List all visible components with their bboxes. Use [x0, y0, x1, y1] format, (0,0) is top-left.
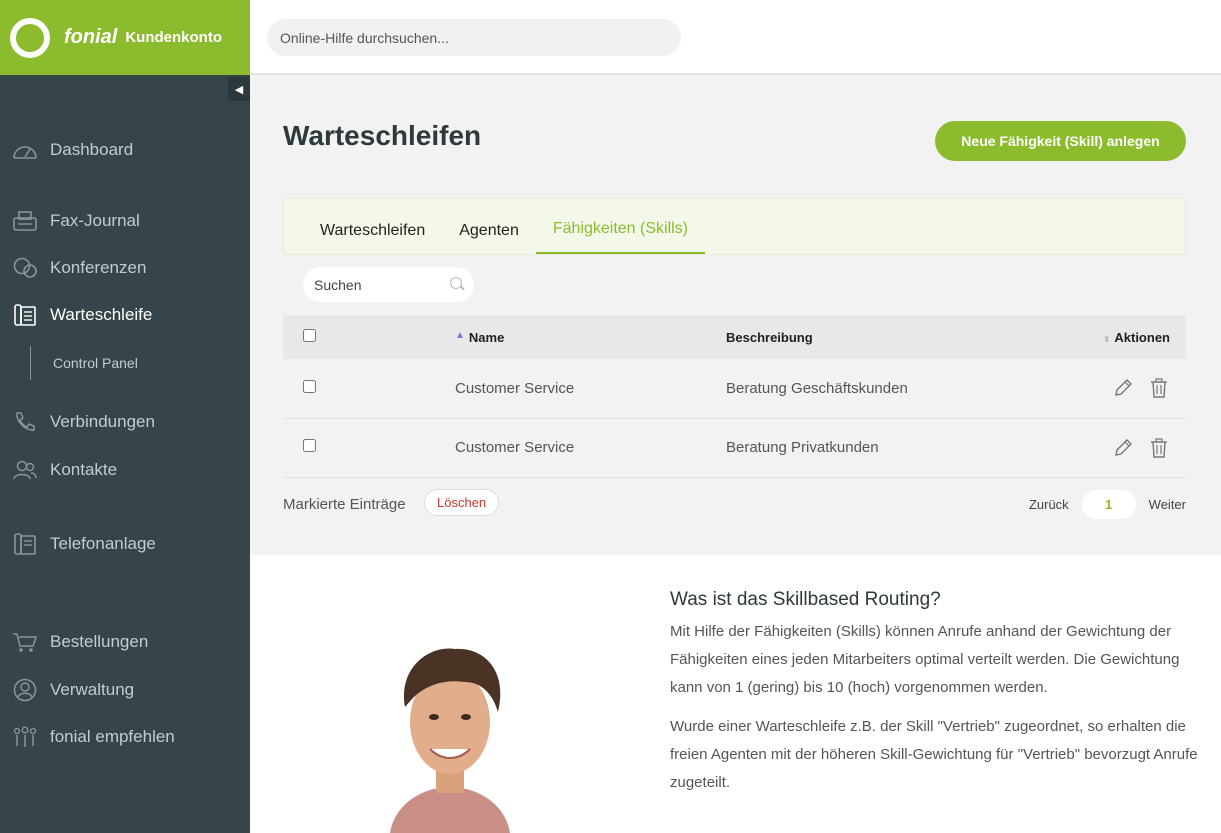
delete-selected-button[interactable]: Löschen [424, 489, 500, 516]
sidebar-item-label: Verwaltung [50, 680, 135, 699]
people-icon [12, 725, 38, 749]
skills-card: Warteschleifen Agenten Fähigkeiten (Skil… [283, 198, 1186, 519]
skill-name: Customer Service [455, 379, 575, 397]
sort-ascending-icon: ▲ [455, 329, 465, 341]
header-select-cell [283, 315, 455, 359]
sidebar-item-konferenzen[interactable]: Konferenzen [0, 251, 250, 285]
skills-table: ▲ Name Beschreibung ⬍ Aktionen Customer Se… [283, 315, 1186, 478]
trash-icon[interactable] [1148, 437, 1170, 459]
brand-logo [10, 17, 50, 58]
user-circle-icon [12, 678, 38, 702]
info-paragraph-1: Mit Hilfe der Fähigkeiten (Skills) könne… [670, 623, 1180, 696]
chat-bubbles-icon [12, 256, 38, 280]
edit-pencil-icon[interactable] [1112, 437, 1134, 459]
sidebar-item-telefonanlage[interactable]: Telefonanlage [0, 527, 250, 561]
sidebar-subitem-control-panel[interactable]: Control Panel [30, 346, 138, 380]
table-search-input[interactable] [303, 267, 474, 302]
skill-description: Beratung Privatkunden [726, 439, 879, 456]
sidebar-item-warteschleife[interactable]: Warteschleife [0, 298, 250, 332]
pagination-current-page[interactable]: 1 [1081, 489, 1136, 519]
new-skill-button[interactable]: Neue Fähigkeit (Skill) anlegen [935, 121, 1186, 161]
brand-name: fonial [64, 26, 118, 48]
skill-description: Beratung Geschäftskunden [726, 379, 908, 397]
column-header-description: Beschreibung [726, 329, 813, 345]
queue-phone-icon [12, 303, 38, 327]
tab-bar: Warteschleifen Agenten Fähigkeiten (Skil… [283, 198, 1186, 255]
fax-icon [12, 209, 38, 233]
pagination-next[interactable]: Weiter [1149, 497, 1186, 512]
sidebar-item-label: Bestellungen [50, 632, 149, 651]
bulk-actions-row: Markierte Einträge Löschen Zurück 1 Weit… [283, 489, 1186, 519]
skill-name: Customer Service [455, 439, 575, 456]
contacts-icon [12, 458, 38, 482]
tab-skills[interactable]: Fähigkeiten (Skills) [535, 197, 705, 254]
sort-icon: ⬍ [1102, 333, 1111, 344]
tab-warteschleifen[interactable]: Warteschleifen [303, 197, 442, 254]
row-actions [1066, 418, 1186, 477]
main-content: Warteschleifen Neue Fähigkeit (Skill) an… [250, 77, 1221, 555]
sidebar-item-label: Warteschleife [50, 305, 153, 324]
sidebar-item-label: Konferenzen [50, 258, 147, 277]
phone-icon [12, 410, 38, 434]
topbar [250, 0, 1221, 75]
sidebar-item-label: fonial empfehlen [50, 727, 175, 746]
info-paragraph-2: Wurde einer Warteschleife z.B. der Skill… [670, 718, 1198, 791]
table-row: Customer Service Beratung Geschäftskunde… [283, 359, 1186, 418]
filter-row [283, 255, 1186, 315]
pagination: Zurück 1 Weiter [1029, 489, 1186, 519]
page-title: Warteschleifen [283, 120, 482, 151]
row-select-cell [283, 418, 455, 477]
sidebar-item-kontakte[interactable]: Kontakte [0, 453, 250, 487]
sidebar-item-label: Verbindungen [50, 412, 155, 431]
cart-icon [12, 630, 38, 654]
brand-subtitle: Kundenkonto [125, 29, 222, 46]
trash-icon[interactable] [1148, 377, 1170, 399]
sidebar: fonial Kundenkonto ◀ Dashboard Fax-Journ… [0, 0, 250, 833]
sidebar-item-dashboard[interactable]: Dashboard [0, 133, 250, 167]
person-illustration [350, 637, 550, 833]
select-all-checkbox[interactable] [303, 329, 316, 342]
sidebar-item-label: Telefonanlage [50, 534, 156, 553]
table-header-row: ▲ Name Beschreibung ⬍ Aktionen [283, 315, 1186, 359]
sidebar-item-bestellungen[interactable]: Bestellungen [0, 625, 250, 659]
edit-pencil-icon[interactable] [1112, 377, 1134, 399]
info-title: Was ist das Skillbased Routing? [670, 589, 941, 610]
column-header-name[interactable]: ▲ Name [455, 315, 726, 359]
collapse-sidebar-button[interactable]: ◀ [228, 77, 250, 101]
pbx-icon [12, 532, 38, 556]
bulk-actions-label: Markierte Einträge [283, 496, 406, 513]
row-select-cell [283, 359, 455, 418]
brand-header[interactable]: fonial Kundenkonto [0, 0, 250, 75]
search-icon [450, 277, 462, 289]
row-checkbox[interactable] [303, 379, 316, 393]
help-search-input[interactable] [267, 19, 681, 56]
sidebar-item-fonial-empfehlen[interactable]: fonial empfehlen [0, 720, 250, 754]
table-row: Customer Service Beratung Privatkunden [283, 418, 1186, 477]
pagination-prev[interactable]: Zurück [1029, 497, 1069, 512]
speedometer-icon [12, 138, 38, 162]
tab-agenten[interactable]: Agenten [442, 197, 536, 254]
row-actions [1066, 359, 1186, 418]
sidebar-item-label: Kontakte [50, 460, 118, 479]
sidebar-item-verbindungen[interactable]: Verbindungen [0, 405, 250, 439]
sidebar-item-fax-journal[interactable]: Fax-Journal [0, 204, 250, 238]
sidebar-item-label: Dashboard [50, 140, 134, 159]
column-header-actions[interactable]: ⬍ Aktionen [1066, 315, 1186, 359]
sidebar-item-label: Fax-Journal [50, 211, 140, 230]
info-section: Was ist das Skillbased Routing? Mit Hilf… [250, 555, 1221, 833]
sidebar-item-verwaltung[interactable]: Verwaltung [0, 673, 250, 707]
row-checkbox[interactable] [303, 439, 316, 452]
